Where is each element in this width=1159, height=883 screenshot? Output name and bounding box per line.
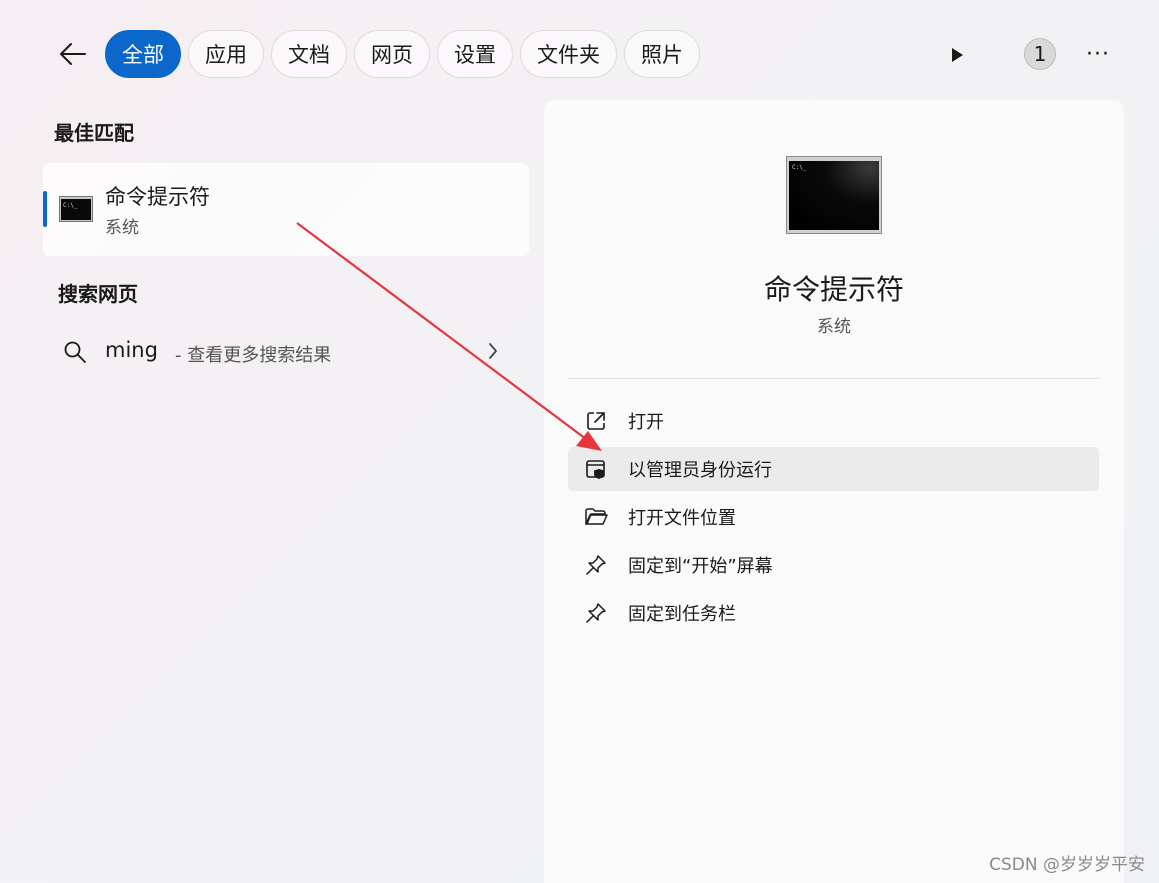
more-tabs-button[interactable] — [944, 42, 970, 68]
detail-panel: C:\_ 命令提示符 系统 打开 以管理员身份运行 打开文件位置 固定到“开始”… — [544, 100, 1124, 883]
back-button[interactable] — [52, 34, 94, 74]
web-search-heading: 搜索网页 — [58, 282, 138, 306]
back-arrow-icon — [60, 43, 86, 65]
best-match-type: 系统 — [105, 218, 139, 238]
tab-all[interactable]: 全部 — [105, 30, 181, 78]
action-pin-to-taskbar[interactable]: 固定到任务栏 — [568, 591, 1099, 635]
pin-icon — [584, 601, 608, 625]
action-open[interactable]: 打开 — [568, 399, 1099, 443]
action-label: 固定到任务栏 — [628, 604, 736, 625]
search-icon — [63, 340, 87, 368]
more-options-button[interactable]: ··· — [1084, 40, 1112, 68]
command-prompt-icon: C:\_ — [59, 196, 93, 226]
best-match-heading: 最佳匹配 — [54, 121, 134, 145]
action-run-as-admin[interactable]: 以管理员身份运行 — [568, 447, 1099, 491]
top-bar: 全部 应用 文档 网页 设置 文件夹 照片 1 ··· — [0, 30, 1159, 78]
watermark: CSDN @岁岁岁平安 — [989, 855, 1145, 875]
svg-text:C:\_: C:\_ — [792, 164, 807, 171]
action-label: 打开文件位置 — [628, 508, 736, 529]
tab-folders[interactable]: 文件夹 — [520, 30, 617, 78]
detail-subtitle: 系统 — [817, 317, 851, 337]
folder-icon — [584, 505, 608, 529]
best-match-name: 命令提示符 — [105, 185, 210, 209]
action-label: 以管理员身份运行 — [628, 460, 772, 481]
tab-apps[interactable]: 应用 — [188, 30, 264, 78]
search-hint: - 查看更多搜索结果 — [175, 345, 332, 366]
best-match-item[interactable]: C:\_ 命令提示符 系统 — [43, 163, 529, 256]
tab-settings[interactable]: 设置 — [437, 30, 513, 78]
web-search-result[interactable]: ming - 查看更多搜索结果 — [43, 326, 529, 376]
filter-tabs: 全部 应用 文档 网页 设置 文件夹 照片 — [105, 30, 700, 78]
selection-indicator — [43, 191, 47, 227]
pin-icon — [584, 553, 608, 577]
search-query: ming — [105, 338, 158, 362]
play-icon — [952, 48, 963, 62]
divider — [568, 378, 1099, 379]
ellipsis-icon: ··· — [1086, 41, 1110, 67]
svg-text:C:\_: C:\_ — [63, 202, 78, 209]
tab-web[interactable]: 网页 — [354, 30, 430, 78]
action-pin-to-start[interactable]: 固定到“开始”屏幕 — [568, 543, 1099, 587]
detail-title: 命令提示符 — [763, 273, 904, 306]
open-external-icon — [584, 409, 608, 433]
chevron-right-icon — [487, 342, 499, 364]
tab-documents[interactable]: 文档 — [271, 30, 347, 78]
command-prompt-large-icon: C:\_ — [786, 156, 882, 238]
run-as-admin-icon — [584, 457, 608, 481]
action-label: 固定到“开始”屏幕 — [628, 556, 773, 577]
tab-photos[interactable]: 照片 — [624, 30, 700, 78]
action-open-file-location[interactable]: 打开文件位置 — [568, 495, 1099, 539]
rewards-badge[interactable]: 1 — [1024, 38, 1056, 70]
action-label: 打开 — [628, 412, 664, 433]
